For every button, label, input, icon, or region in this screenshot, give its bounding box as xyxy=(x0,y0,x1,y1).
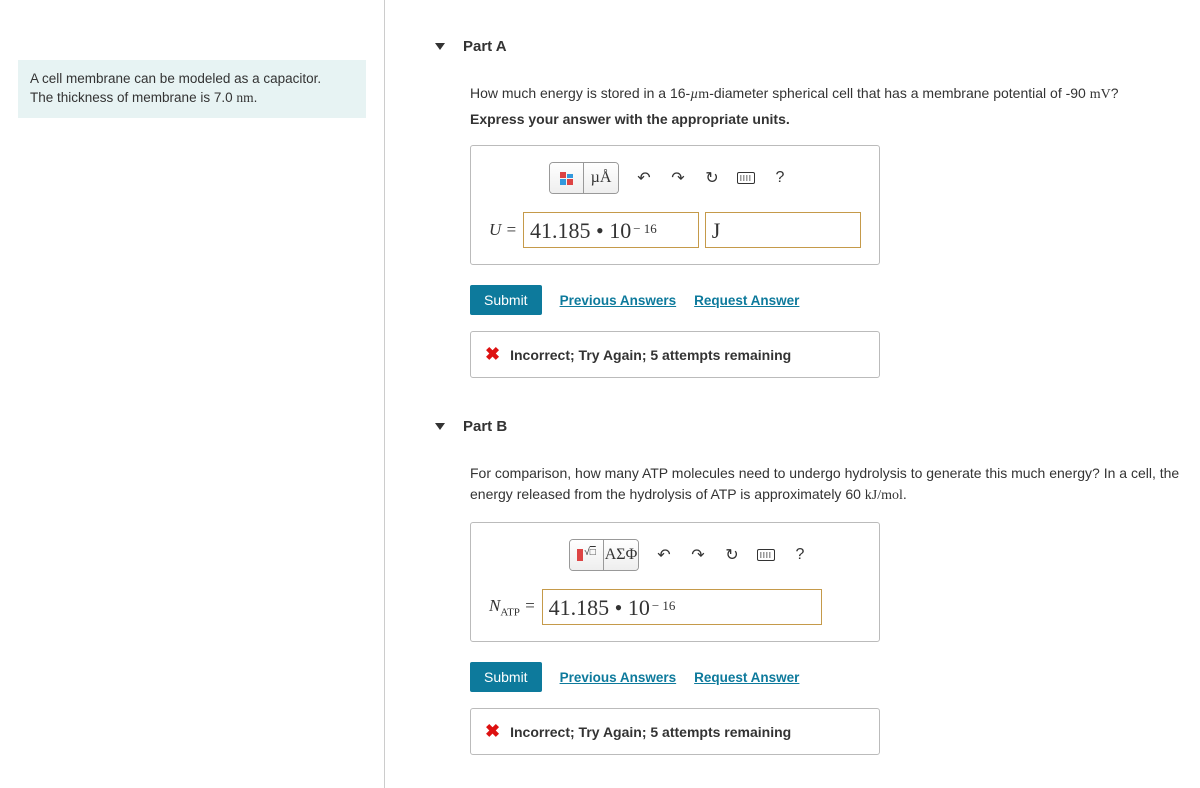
part-a-feedback-text: Incorrect; Try Again; 5 attempts remaini… xyxy=(510,347,791,363)
part-b-answer-box: √□ ΑΣΦ ↶ ↷ ↻ ? NATP = xyxy=(470,522,880,642)
part-a-value-input[interactable]: 41.185 • 10 − 16 xyxy=(523,212,699,248)
part-a: Part A How much energy is stored in a 16… xyxy=(435,38,1200,378)
keyboard-icon[interactable] xyxy=(749,540,783,570)
part-b-previous-answers-link[interactable]: Previous Answers xyxy=(560,670,677,685)
part-b-toolbar: √□ ΑΣΦ ↶ ↷ ↻ ? xyxy=(489,539,861,571)
part-a-variable: U = xyxy=(489,220,517,240)
chevron-down-icon xyxy=(435,43,445,50)
part-a-answer-box: µÅ ↶ ↷ ↻ ? U = 41.185 • 10 − 16 xyxy=(470,145,880,265)
keyboard-icon[interactable] xyxy=(729,163,763,193)
part-b-title: Part B xyxy=(463,418,507,435)
undo-icon[interactable]: ↶ xyxy=(647,540,681,570)
problem-statement: A cell membrane can be modeled as a capa… xyxy=(18,60,366,118)
part-a-unit-input[interactable]: J xyxy=(705,212,861,248)
part-a-previous-answers-link[interactable]: Previous Answers xyxy=(560,293,677,308)
problem-line2: The thickness of membrane is 7.0 nm. xyxy=(30,90,257,105)
part-a-feedback: ✖ Incorrect; Try Again; 5 attempts remai… xyxy=(470,331,880,378)
units-button[interactable]: µÅ xyxy=(584,163,618,193)
part-a-instructions: Express your answer with the appropriate… xyxy=(470,111,1200,127)
part-b-question: For comparison, how many ATP molecules n… xyxy=(470,463,1190,506)
incorrect-icon: ✖ xyxy=(485,721,500,742)
templates-icon[interactable] xyxy=(550,163,584,193)
part-b-feedback: ✖ Incorrect; Try Again; 5 attempts remai… xyxy=(470,708,880,755)
problem-line1: A cell membrane can be modeled as a capa… xyxy=(30,71,321,86)
part-b-feedback-text: Incorrect; Try Again; 5 attempts remaini… xyxy=(510,724,791,740)
part-b-submit-button[interactable]: Submit xyxy=(470,662,542,692)
part-b-request-answer-link[interactable]: Request Answer xyxy=(694,670,799,685)
part-b-header[interactable]: Part B xyxy=(435,418,1200,435)
part-a-toolbar: µÅ ↶ ↷ ↻ ? xyxy=(489,162,861,194)
part-a-question: How much energy is stored in a 16-µm-dia… xyxy=(470,83,1200,105)
part-a-submit-button[interactable]: Submit xyxy=(470,285,542,315)
templates-icon[interactable]: √□ xyxy=(570,540,604,570)
part-a-header[interactable]: Part A xyxy=(435,38,1200,55)
help-icon[interactable]: ? xyxy=(763,163,797,193)
incorrect-icon: ✖ xyxy=(485,344,500,365)
part-b: Part B For comparison, how many ATP mole… xyxy=(435,418,1200,755)
reset-icon[interactable]: ↻ xyxy=(695,163,729,193)
symbols-button[interactable]: ΑΣΦ xyxy=(604,540,638,570)
undo-icon[interactable]: ↶ xyxy=(627,163,661,193)
redo-icon[interactable]: ↷ xyxy=(681,540,715,570)
part-a-request-answer-link[interactable]: Request Answer xyxy=(694,293,799,308)
part-b-variable: NATP = xyxy=(489,596,536,618)
help-icon[interactable]: ? xyxy=(783,540,817,570)
redo-icon[interactable]: ↷ xyxy=(661,163,695,193)
reset-icon[interactable]: ↻ xyxy=(715,540,749,570)
part-a-title: Part A xyxy=(463,38,507,55)
part-b-value-input[interactable]: 41.185 • 10 − 16 xyxy=(542,589,822,625)
chevron-down-icon xyxy=(435,423,445,430)
